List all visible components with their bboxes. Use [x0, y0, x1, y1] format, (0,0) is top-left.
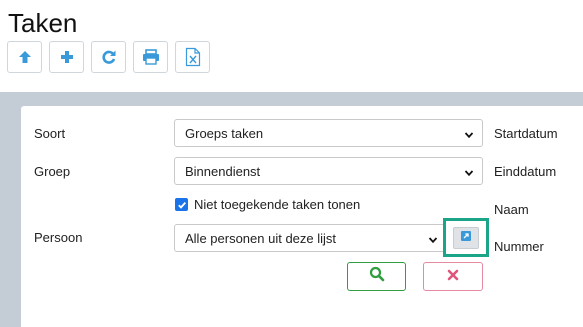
refresh-icon [101, 49, 117, 65]
search-icon [369, 266, 385, 287]
groep-value: Binnendienst [185, 163, 261, 179]
soort-value: Groeps taken [185, 125, 264, 141]
soort-select[interactable]: Groeps taken [174, 119, 483, 147]
excel-file-icon [185, 47, 201, 67]
unassigned-tasks-label[interactable]: Niet toegekende taken tonen [194, 197, 360, 212]
arrow-up-icon [17, 49, 33, 65]
print-button[interactable] [133, 41, 168, 73]
search-button[interactable] [347, 262, 406, 291]
chevron-down-icon [464, 128, 474, 143]
external-link-icon [460, 229, 472, 247]
groep-select[interactable]: Binnendienst [174, 157, 483, 185]
nummer-label: Nummer [494, 239, 544, 254]
open-person-inner [453, 226, 479, 249]
export-excel-button[interactable] [175, 41, 210, 73]
persoon-select[interactable]: Alle personen uit deze lijst [174, 224, 447, 252]
print-icon [142, 49, 160, 65]
move-up-button[interactable] [7, 41, 42, 73]
page-title: Taken [8, 8, 78, 38]
refresh-button[interactable] [91, 41, 126, 73]
unassigned-tasks-checkbox[interactable] [175, 198, 188, 211]
persoon-value: Alle personen uit deze lijst [185, 230, 337, 246]
soort-label: Soort [34, 126, 66, 141]
naam-label: Naam [494, 202, 529, 217]
persoon-label: Persoon [34, 230, 83, 245]
add-button[interactable] [49, 41, 84, 73]
einddatum-label: Einddatum [494, 164, 557, 179]
clear-button[interactable] [423, 262, 483, 291]
close-icon [447, 268, 459, 286]
plus-icon [59, 49, 75, 65]
toolbar [7, 41, 210, 73]
chevron-down-icon [464, 166, 474, 181]
startdatum-label: Startdatum [494, 126, 558, 141]
groep-label: Groep [34, 164, 71, 179]
open-person-button[interactable] [443, 218, 489, 257]
chevron-down-icon [428, 233, 438, 248]
unassigned-tasks-checkbox-row: Niet toegekende taken tonen [175, 197, 360, 212]
